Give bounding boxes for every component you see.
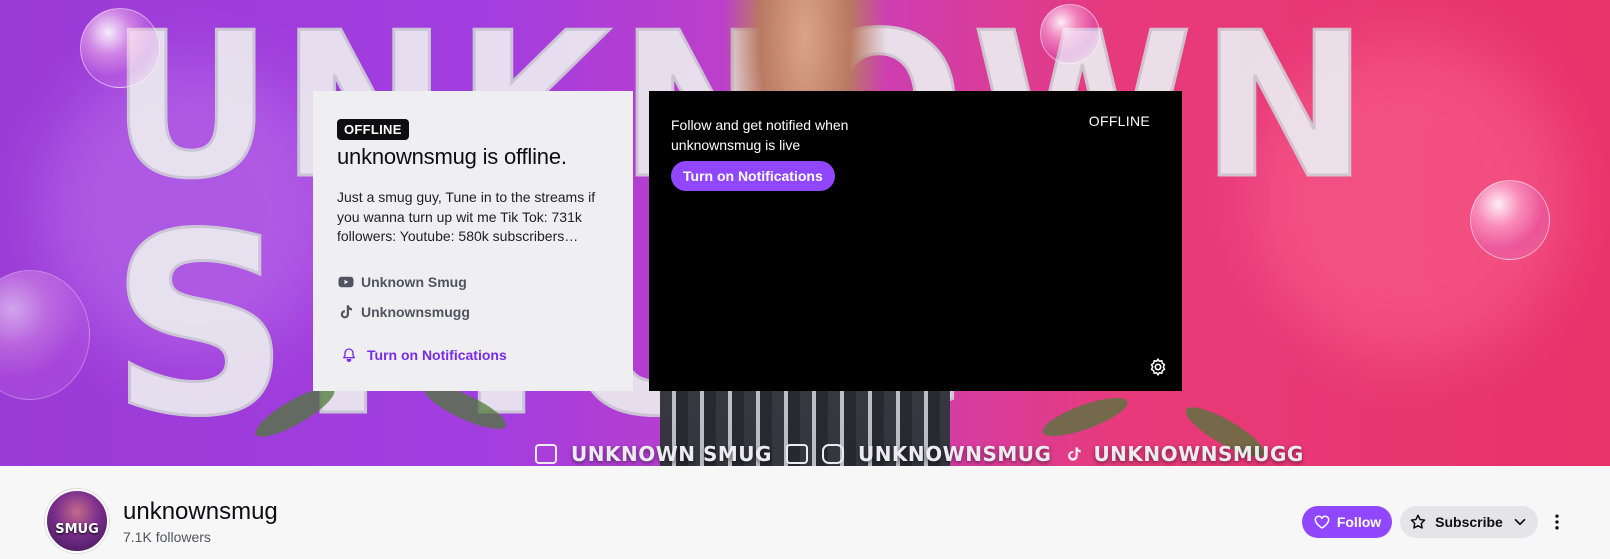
video-player[interactable]: Follow and get notified when unknownsmug… bbox=[649, 91, 1182, 391]
player-offline-status: OFFLINE bbox=[1088, 113, 1150, 129]
notifications-link-label: Turn on Notifications bbox=[367, 346, 507, 363]
follower-count: 7.1K followers bbox=[123, 529, 211, 545]
more-options-button[interactable] bbox=[1546, 508, 1568, 536]
follow-button[interactable]: Follow bbox=[1302, 506, 1392, 538]
banner-leaf bbox=[1038, 390, 1132, 444]
offline-title: unknownsmug is offline. bbox=[337, 144, 567, 169]
player-notifications-button[interactable]: Turn on Notifications bbox=[671, 161, 835, 191]
turn-on-notifications-link[interactable]: Turn on Notifications bbox=[341, 347, 609, 363]
player-follow-message: Follow and get notified when unknownsmug… bbox=[671, 117, 849, 153]
mail-icon bbox=[535, 444, 557, 464]
social-link-label: Unknownsmugg bbox=[361, 303, 470, 320]
bell-icon bbox=[343, 347, 355, 362]
offline-badge: OFFLINE bbox=[337, 119, 409, 140]
offline-info-card: OFFLINE unknownsmug is offline. Just a s… bbox=[313, 91, 633, 391]
avatar-text: SMUG bbox=[55, 522, 99, 537]
instagram-icon bbox=[821, 444, 844, 464]
twitch-icon bbox=[785, 444, 808, 464]
subscribe-button[interactable]: Subscribe bbox=[1400, 506, 1538, 538]
banner-bubble bbox=[1040, 4, 1100, 64]
subscribe-label: Subscribe bbox=[1435, 514, 1503, 530]
banner-bubble bbox=[80, 8, 160, 88]
gear-icon[interactable] bbox=[1148, 357, 1168, 377]
more-vertical-icon bbox=[1555, 514, 1559, 530]
heart-icon bbox=[1314, 515, 1330, 529]
youtube-icon bbox=[338, 276, 354, 287]
star-icon bbox=[1410, 514, 1426, 529]
social-link-youtube[interactable]: Unknown Smug bbox=[337, 273, 609, 291]
social-link-label: Unknown Smug bbox=[361, 273, 467, 290]
channel-name: unknownsmug bbox=[123, 498, 278, 525]
channel-description: Just a smug guy, Tune in to the streams … bbox=[337, 189, 596, 244]
tiktok-icon bbox=[340, 304, 352, 318]
avatar[interactable]: SMUG bbox=[45, 489, 109, 553]
banner-social-text: UNKNOWN SMUG bbox=[571, 442, 772, 466]
banner-bubble bbox=[1470, 180, 1550, 260]
social-link-tiktok[interactable]: Unknownsmugg bbox=[337, 303, 609, 321]
channel-info-bar: SMUG unknownsmug 7.1K followers Follow S… bbox=[0, 466, 1610, 559]
follow-label: Follow bbox=[1336, 514, 1382, 530]
banner-social-text: UNKNOWNSMUG bbox=[857, 442, 1052, 466]
chevron-down-icon bbox=[1514, 518, 1526, 526]
banner-social-text: UNKNOWNSMUGG bbox=[1093, 442, 1304, 466]
tiktok-icon bbox=[1065, 444, 1082, 464]
banner-social-strip: UNKNOWN SMUG UNKNOWNSMUG UNKNOWNSMUGG bbox=[535, 442, 1304, 466]
